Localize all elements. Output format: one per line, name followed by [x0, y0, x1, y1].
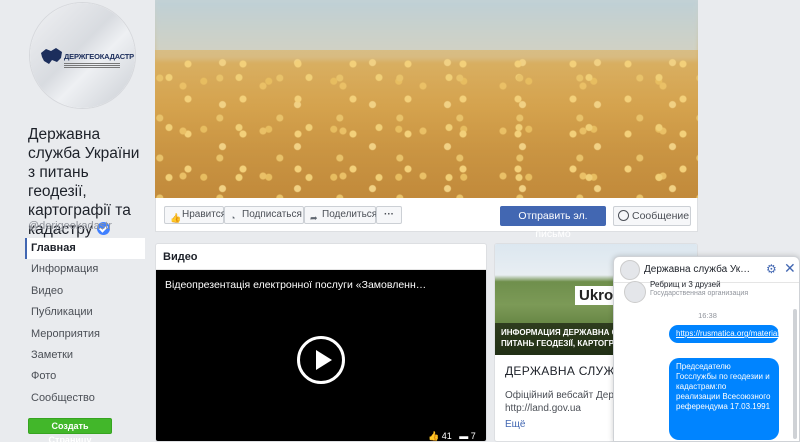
nav-item-home[interactable]: Главная	[25, 238, 145, 260]
message-button[interactable]: Сообщение	[613, 206, 691, 226]
chat-message-bubble: Председателю Госслужбы по геодезии и кад…	[669, 358, 779, 440]
like-button[interactable]: 👍 Нравится	[164, 206, 227, 224]
chat-link-bubble[interactable]: https://rusmatica.org/materials/kadastr.…	[669, 325, 799, 343]
page-avatar[interactable]: ДЕРЖГЕОКАДАСТР	[29, 2, 136, 109]
cover-photo[interactable]	[155, 0, 698, 198]
comment-count-icon: ▬	[459, 431, 469, 441]
send-email-button[interactable]: Отправить эл. письмо	[500, 206, 606, 240]
left-column: ДЕРЖГЕОКАДАСТР Державна служба України з…	[0, 0, 145, 442]
messenger-icon	[618, 210, 629, 221]
video-comment-count: 7	[470, 431, 476, 441]
video-player[interactable]: Відеопрезентація електронної послуги «За…	[156, 270, 486, 441]
nav-item-posts[interactable]: Публикации	[25, 302, 145, 323]
logo-subtext-lines	[64, 62, 120, 69]
message-button-label: Сообщение	[632, 210, 690, 222]
chat-org-type: Государственная организация	[650, 290, 749, 297]
chat-timestamp: 16:38	[698, 311, 717, 320]
video-title[interactable]: Відеопрезентація електронної послуги «За…	[165, 279, 426, 291]
rss-icon: ◔	[230, 213, 236, 223]
play-icon[interactable]	[297, 336, 345, 384]
chat-scrollbar[interactable]	[793, 309, 797, 439]
chat-friends-text: Ребрищ и 3 друзей	[650, 280, 721, 289]
subscribe-button[interactable]: ◔ Подписаться	[224, 206, 304, 224]
video-like-count: 41	[441, 431, 452, 441]
page-action-bar: 👍 Нравится ◔ Подписаться ➦ Поделиться ··…	[155, 198, 698, 240]
chat-avatar	[620, 260, 640, 280]
share-button[interactable]: ➦ Поделиться	[304, 206, 378, 224]
nav-item-community[interactable]: Сообщество	[25, 388, 145, 409]
nav-item-notes[interactable]: Заметки	[25, 345, 145, 366]
like-button-label: Нравится	[182, 209, 227, 220]
post-more-link[interactable]: Ещё	[505, 419, 525, 430]
ukraine-map-icon	[41, 48, 62, 64]
create-page-button[interactable]: Создать Страницу	[28, 418, 112, 442]
video-stats: 👍 41 ▬ 7	[428, 431, 476, 441]
like-count-icon: 👍	[428, 431, 440, 441]
close-icon[interactable]: ✕	[784, 260, 796, 277]
gear-icon[interactable]: ⚙	[766, 262, 777, 276]
logo-text: ДЕРЖГЕОКАДАСТР	[64, 52, 134, 61]
thumbs-up-icon: 👍	[170, 213, 182, 223]
messenger-chat-window: Державна служба Ук… ⚙ ✕ Ребрищ и 3 друзе…	[613, 256, 800, 442]
share-button-label: Поделиться	[322, 209, 378, 220]
nav-item-events[interactable]: Мероприятия	[25, 324, 145, 345]
cover-field	[155, 50, 698, 198]
nav-item-video[interactable]: Видео	[25, 281, 145, 302]
nav-item-info[interactable]: Информация	[25, 259, 145, 280]
chat-title[interactable]: Державна служба Ук…	[644, 264, 750, 275]
nav-item-photos[interactable]: Фото	[25, 366, 145, 387]
share-arrow-icon: ➦	[310, 213, 318, 223]
more-options-button[interactable]: ···	[376, 206, 402, 224]
video-card-header[interactable]: Видео	[156, 244, 486, 270]
video-card: Видео Відеопрезентація електронної послу…	[155, 243, 487, 442]
chat-profile-avatar	[624, 281, 646, 303]
post-image-text: Ukro	[575, 286, 618, 305]
subscribe-button-label: Подписаться	[242, 209, 302, 220]
page-handle[interactable]: @derjgeokadastr	[28, 220, 112, 232]
page-nav: Главная Информация Видео Публикации Меро…	[25, 238, 145, 409]
